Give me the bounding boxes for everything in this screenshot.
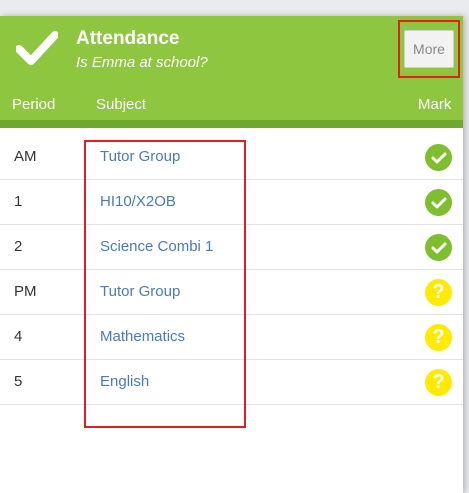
column-header-subject: Subject [96, 96, 147, 113]
period-cell: 1 [14, 193, 23, 210]
page-subtitle: Is Emma at school? [76, 54, 208, 71]
table-row: 1 HI10/X2OB [0, 180, 463, 225]
table-row: 4 Mathematics? [0, 315, 463, 360]
table-row: PM Tutor Group? [0, 270, 463, 315]
unknown-question-icon: ? [425, 279, 452, 306]
attendance-header: Attendance Is Emma at school? More Perio… [0, 16, 463, 128]
period-cell: 5 [14, 373, 23, 390]
subject-link[interactable]: Science Combi 1 [100, 238, 213, 255]
present-check-icon [425, 144, 452, 171]
table-row: 5 English? [0, 360, 463, 405]
subject-link[interactable]: English [100, 373, 149, 390]
period-cell: PM [14, 283, 37, 300]
page-title: Attendance [76, 28, 180, 49]
check-icon [16, 31, 58, 65]
table-row: AM Tutor Group [0, 135, 463, 180]
table-row: 2 Science Combi 1 [0, 225, 463, 270]
present-check-icon [425, 234, 452, 261]
period-cell: AM [14, 148, 37, 165]
column-header-period: Period [12, 96, 56, 113]
more-button[interactable]: More [404, 30, 454, 68]
subject-link[interactable]: HI10/X2OB [100, 193, 176, 210]
unknown-question-icon: ? [425, 369, 452, 396]
present-check-icon [425, 189, 452, 216]
column-header-mark: Mark [418, 96, 452, 113]
period-cell: 4 [14, 328, 23, 345]
subject-link[interactable]: Tutor Group [100, 148, 180, 165]
subject-link[interactable]: Tutor Group [100, 283, 180, 300]
period-cell: 2 [14, 238, 23, 255]
subject-link[interactable]: Mathematics [100, 328, 185, 345]
attendance-card: Attendance Is Emma at school? More Perio… [0, 16, 463, 493]
unknown-question-icon: ? [425, 324, 452, 351]
